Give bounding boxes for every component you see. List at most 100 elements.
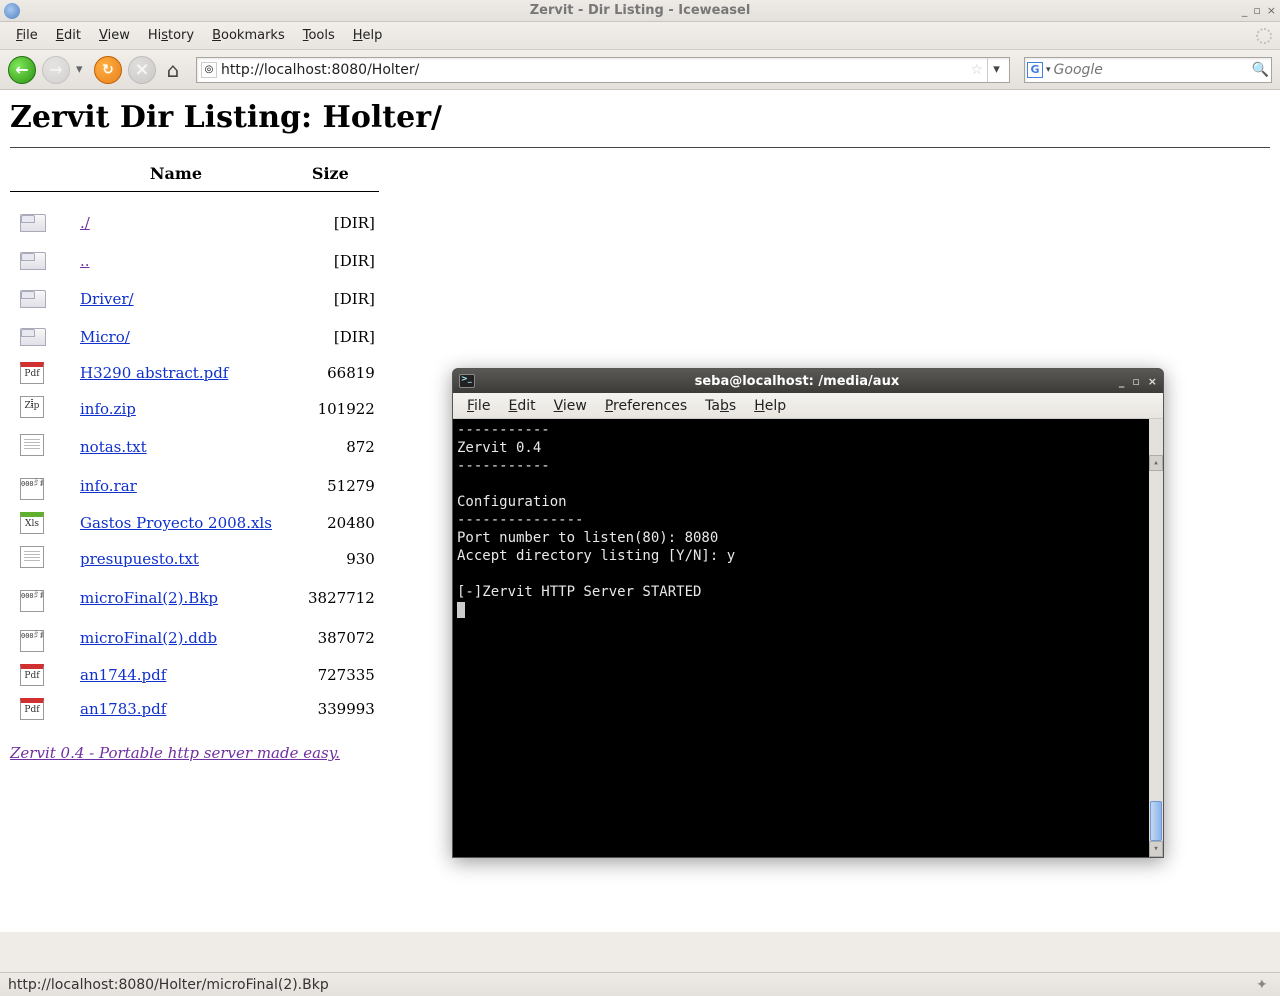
table-row: info.zip101922 — [10, 390, 379, 428]
search-input[interactable] — [1054, 62, 1249, 78]
file-size: 20480 — [282, 506, 379, 540]
search-bar[interactable]: G ▾ 🔍 — [1024, 57, 1272, 83]
file-size: 3827712 — [282, 578, 379, 618]
file-size: [DIR] — [282, 280, 379, 318]
col-header-name: Name — [70, 160, 282, 192]
terminal-icon — [459, 374, 475, 388]
terminal-scrollbar[interactable]: ▴ ▾ — [1149, 419, 1163, 857]
url-input[interactable] — [221, 62, 966, 78]
table-row: H3290 abstract.pdf66819 — [10, 356, 379, 390]
term-menu-edit[interactable]: Edit — [500, 396, 543, 416]
file-size: 872 — [282, 428, 379, 466]
scrollbar-up-icon[interactable]: ▴ — [1149, 455, 1163, 471]
close-button[interactable]: × — [1267, 4, 1276, 17]
home-button[interactable] — [162, 59, 184, 81]
browser-toolbar: ▾ ◎ ☆ ▾ G ▾ 🔍 — [0, 50, 1280, 90]
txt-icon — [20, 546, 44, 568]
search-go-icon[interactable]: 🔍 — [1252, 62, 1269, 78]
status-bar: http://localhost:8080/Holter/microFinal(… — [0, 972, 1280, 996]
file-link[interactable]: info.rar — [80, 477, 137, 495]
reload-button[interactable] — [94, 56, 122, 84]
table-row: microFinal(2).ddb387072 — [10, 618, 379, 658]
directory-table: Name Size ./ [DIR].. [DIR] Driver/ [DIR] Micr… — [10, 160, 379, 726]
menu-bookmarks[interactable]: Bookmarks — [204, 25, 293, 46]
menu-help[interactable]: Help — [345, 25, 391, 46]
bin-icon — [20, 590, 44, 612]
terminal-window[interactable]: seba@localhost: /media/aux _ ▫ × File Ed… — [452, 368, 1164, 858]
address-bar[interactable]: ◎ ☆ ▾ — [196, 57, 1010, 83]
term-menu-tabs[interactable]: Tabs — [697, 396, 744, 416]
terminal-cursor — [457, 602, 465, 618]
file-size: 930 — [282, 540, 379, 578]
terminal-output: ----------- Zervit 0.4 ----------- Confi… — [457, 422, 735, 600]
col-header-size: Size — [282, 160, 379, 192]
file-link[interactable]: Micro/ — [80, 328, 130, 346]
menu-file[interactable]: File — [8, 25, 46, 46]
file-size: 727335 — [282, 658, 379, 692]
table-row: Gastos Proyecto 2008.xls 20480 — [10, 506, 379, 540]
search-engine-dropdown-icon[interactable]: ▾ — [1046, 65, 1051, 75]
status-text: http://localhost:8080/Holter/microFinal(… — [8, 977, 329, 993]
menu-history[interactable]: History — [140, 25, 202, 46]
window-title: Zervit - Dir Listing - Iceweasel — [530, 3, 751, 18]
search-engine-icon[interactable]: G — [1027, 62, 1043, 78]
history-dropdown-icon[interactable]: ▾ — [76, 62, 88, 77]
file-link[interactable]: microFinal(2).ddb — [80, 629, 217, 647]
menu-view[interactable]: View — [91, 25, 138, 46]
terminal-title: seba@localhost: /media/aux — [483, 374, 1111, 389]
file-size: [DIR] — [282, 242, 379, 280]
file-size: 51279 — [282, 466, 379, 506]
file-link[interactable]: presupuesto.txt — [80, 550, 199, 568]
file-link[interactable]: microFinal(2).Bkp — [80, 589, 218, 607]
browser-menubar: File Edit View History Bookmarks Tools H… — [0, 22, 1280, 50]
folder-icon — [20, 328, 46, 346]
table-row: an1744.pdf 727335 — [10, 658, 379, 692]
pdf-icon — [20, 362, 44, 384]
term-menu-help[interactable]: Help — [746, 396, 794, 416]
window-controls: _ ▫ × — [1242, 4, 1276, 17]
scrollbar-thumb[interactable] — [1150, 801, 1162, 841]
table-row: .. [DIR] — [10, 242, 379, 280]
zip-icon — [20, 396, 44, 418]
file-link[interactable]: Gastos Proyecto 2008.xls — [80, 514, 272, 532]
term-menu-view[interactable]: View — [546, 396, 595, 416]
menu-tools[interactable]: Tools — [295, 25, 343, 46]
file-link[interactable]: notas.txt — [80, 438, 147, 456]
file-link[interactable]: info.zip — [80, 400, 136, 418]
terminal-menubar: File Edit View Preferences Tabs Help — [453, 393, 1163, 419]
back-button[interactable] — [8, 56, 36, 84]
term-menu-file[interactable]: File — [459, 396, 498, 416]
bookmark-star-icon[interactable]: ☆ — [970, 62, 983, 78]
pdf-icon — [20, 698, 44, 720]
folder-icon — [20, 252, 46, 270]
terminal-body[interactable]: ----------- Zervit 0.4 ----------- Confi… — [453, 419, 1163, 857]
terminal-close-button[interactable]: × — [1148, 375, 1157, 388]
minimize-button[interactable]: _ — [1242, 4, 1248, 17]
terminal-titlebar[interactable]: seba@localhost: /media/aux _ ▫ × — [453, 369, 1163, 393]
bin-icon — [20, 478, 44, 500]
file-link[interactable]: ./ — [80, 214, 90, 232]
file-link[interactable]: an1783.pdf — [80, 700, 166, 718]
maximize-button[interactable]: ▫ — [1253, 4, 1260, 17]
bin-icon — [20, 630, 44, 652]
forward-button — [42, 56, 70, 84]
divider — [10, 147, 1270, 148]
table-row: presupuesto.txt 930 — [10, 540, 379, 578]
file-link[interactable]: .. — [80, 252, 90, 270]
term-menu-preferences[interactable]: Preferences — [597, 396, 695, 416]
file-link[interactable]: Driver/ — [80, 290, 134, 308]
terminal-minimize-button[interactable]: _ — [1119, 375, 1125, 388]
scrollbar-down-icon[interactable]: ▾ — [1149, 841, 1163, 857]
folder-icon — [20, 290, 46, 308]
file-link[interactable]: H3290 abstract.pdf — [80, 364, 228, 382]
app-icon — [4, 3, 20, 19]
file-size: [DIR] — [282, 318, 379, 356]
window-titlebar: Zervit - Dir Listing - Iceweasel _ ▫ × — [0, 0, 1280, 22]
menu-edit[interactable]: Edit — [48, 25, 89, 46]
terminal-maximize-button[interactable]: ▫ — [1132, 375, 1139, 388]
status-icon: ✦ — [1256, 977, 1272, 993]
site-favicon-icon: ◎ — [201, 62, 217, 78]
file-link[interactable]: an1744.pdf — [80, 666, 166, 684]
url-dropdown-icon[interactable]: ▾ — [987, 58, 1005, 82]
footer-link[interactable]: Zervit 0.4 - Portable http server made e… — [10, 744, 340, 762]
